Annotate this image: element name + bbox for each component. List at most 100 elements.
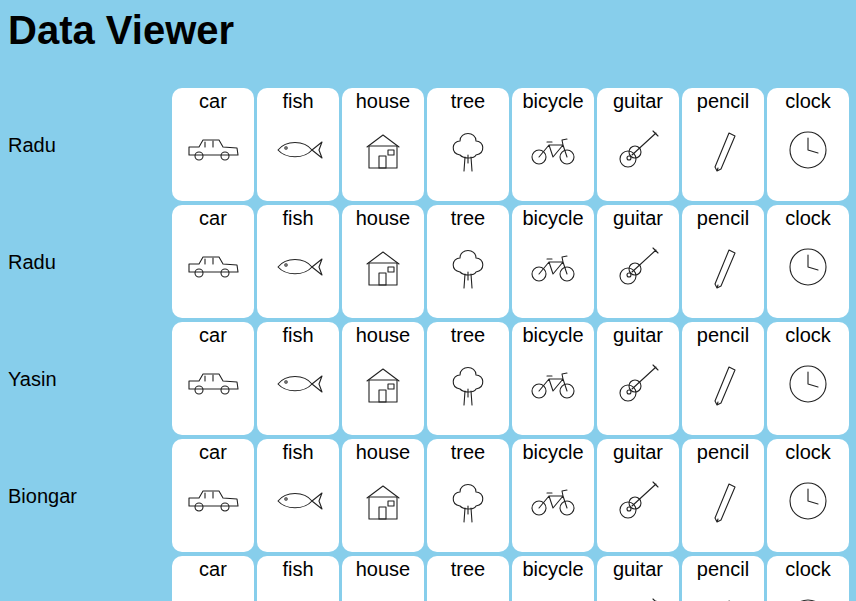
drawing-card[interactable]: guitar — [597, 556, 679, 601]
drawing-card[interactable]: bicycle — [512, 205, 594, 318]
card-strip: car fish house tree bicycleguitar pencil clock — [172, 205, 849, 318]
drawing-card[interactable]: house — [342, 205, 424, 318]
card-label: house — [356, 205, 411, 230]
user-name: Radu — [8, 249, 172, 275]
card-label: tree — [451, 322, 485, 347]
drawing-card[interactable]: pencil — [682, 88, 764, 201]
drawing-card[interactable]: pencil — [682, 205, 764, 318]
page-title: Data Viewer — [8, 0, 848, 54]
card-label: tree — [451, 205, 485, 230]
user-name: Yasin — [8, 366, 172, 392]
card-label: car — [199, 322, 227, 347]
drawing-card[interactable]: clock — [767, 439, 849, 552]
sketch-icon — [268, 359, 328, 409]
sketch-icon — [608, 125, 668, 175]
card-label: pencil — [697, 439, 749, 464]
drawing-card[interactable]: car — [172, 88, 254, 201]
card-label: tree — [451, 439, 485, 464]
card-label: house — [356, 88, 411, 113]
card-label: pencil — [697, 556, 749, 581]
drawing-card[interactable]: clock — [767, 556, 849, 601]
card-label: guitar — [613, 322, 663, 347]
user-name: Biongar — [8, 483, 172, 509]
card-strip: car fish house tree bicycle guitar pencil clock — [172, 439, 849, 552]
card-label: fish — [282, 88, 313, 113]
card-strip: car fish housetreebicycle guitar pencil clock — [172, 556, 849, 601]
drawing-card[interactable]: car — [172, 556, 254, 601]
card-label: car — [199, 205, 227, 230]
drawing-card[interactable]: fish — [257, 322, 339, 435]
card-label: car — [199, 439, 227, 464]
card-strip: car fish house tree bicycle guitar pencil clock — [172, 322, 849, 435]
drawing-card[interactable]: car — [172, 322, 254, 435]
drawing-card[interactable]: house — [342, 556, 424, 601]
drawing-card[interactable]: car — [172, 439, 254, 552]
card-label: bicycle — [522, 439, 583, 464]
drawing-card[interactable]: clock — [767, 88, 849, 201]
card-label: clock — [785, 322, 831, 347]
user-row: Raducarfishhousetreebicycleguitarpencilc… — [8, 205, 848, 318]
card-label: pencil — [697, 205, 749, 230]
sketch-icon — [778, 359, 838, 409]
user-row: Biongar car fish house tree bicycle guitar penc… — [8, 439, 848, 552]
sketch-icon — [438, 125, 498, 175]
sketch-icon — [353, 125, 413, 175]
drawing-card[interactable]: house — [342, 88, 424, 201]
drawing-card[interactable]: guitar — [597, 205, 679, 318]
card-label: clock — [785, 88, 831, 113]
sketch-icon — [778, 476, 838, 526]
card-label: clock — [785, 556, 831, 581]
sketch-icon — [693, 242, 753, 292]
drawing-card[interactable]: clock — [767, 205, 849, 318]
sketch-icon — [353, 242, 413, 292]
card-label: guitar — [613, 439, 663, 464]
drawing-card[interactable]: clock — [767, 322, 849, 435]
drawing-card[interactable]: pencil — [682, 439, 764, 552]
drawing-card[interactable]: fish — [257, 205, 339, 318]
sketch-icon — [693, 476, 753, 526]
drawing-card[interactable]: fish — [257, 88, 339, 201]
sketch-icon — [523, 359, 583, 409]
user-row: Yasin car fish house tree bicycle guitar pencil… — [8, 322, 848, 435]
drawing-card[interactable]: bicycle — [512, 556, 594, 601]
drawing-card[interactable]: fish — [257, 439, 339, 552]
sketch-icon — [608, 242, 668, 292]
card-label: fish — [282, 439, 313, 464]
card-label: clock — [785, 205, 831, 230]
drawing-card[interactable]: bicycle — [512, 322, 594, 435]
drawing-card[interactable]: tree — [427, 322, 509, 435]
drawing-card[interactable]: fish — [257, 556, 339, 601]
drawing-card[interactable]: tree — [427, 556, 509, 601]
drawing-card[interactable]: tree — [427, 205, 509, 318]
sketch-icon — [438, 476, 498, 526]
card-label: fish — [282, 205, 313, 230]
sketch-icon — [183, 359, 243, 409]
sketch-icon — [353, 476, 413, 526]
sketch-icon — [693, 359, 753, 409]
drawing-card[interactable]: guitar — [597, 88, 679, 201]
sketch-icon — [438, 242, 498, 292]
card-label: fish — [282, 556, 313, 581]
drawing-card[interactable]: house — [342, 322, 424, 435]
card-label: house — [356, 322, 411, 347]
drawing-card[interactable]: car — [172, 205, 254, 318]
drawing-card[interactable]: pencil — [682, 556, 764, 601]
drawing-card[interactable]: guitar — [597, 322, 679, 435]
card-label: guitar — [613, 556, 663, 581]
drawing-card[interactable]: guitar — [597, 439, 679, 552]
card-label: car — [199, 88, 227, 113]
card-label: pencil — [697, 322, 749, 347]
drawing-card[interactable]: house — [342, 439, 424, 552]
sketch-icon — [183, 242, 243, 292]
drawing-card[interactable]: tree — [427, 88, 509, 201]
card-strip: car fish house treebicycleguitarpencil clock — [172, 88, 849, 201]
drawing-card[interactable]: pencil — [682, 322, 764, 435]
drawing-card[interactable]: bicycle — [512, 88, 594, 201]
drawing-card[interactable]: bicycle — [512, 439, 594, 552]
sketch-icon — [183, 476, 243, 526]
user-name: Radu — [8, 132, 172, 158]
drawing-card[interactable]: tree — [427, 439, 509, 552]
